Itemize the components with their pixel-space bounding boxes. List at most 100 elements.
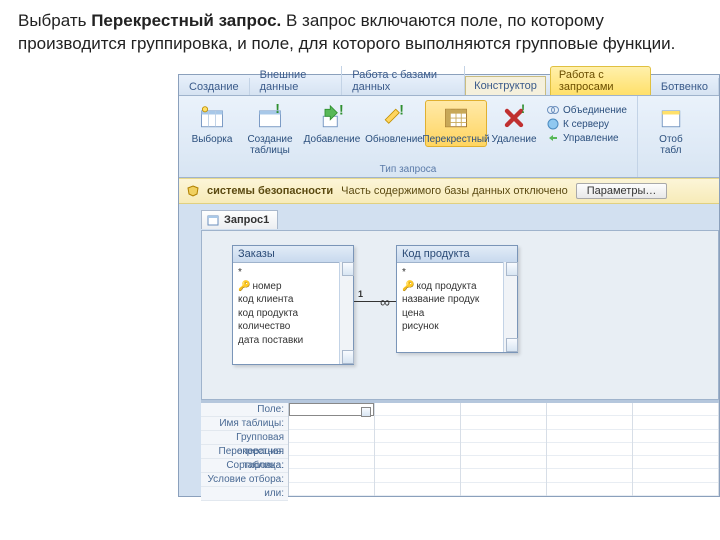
label-crosstab: Перекрестный — [422, 135, 489, 146]
ribbon-tabs: Создание Внешние данные Работа с базами … — [179, 75, 719, 96]
grid-columns — [289, 403, 719, 496]
ribbon-group-setup: Отоб табл — [638, 96, 704, 177]
label-union: Объединение — [563, 105, 627, 116]
table-orders-fields: * 🔑номер код клиента код продукта количе… — [233, 263, 353, 363]
label-make-table: Создание таблицы — [247, 135, 292, 156]
field-item[interactable]: 🔑код продукта — [402, 280, 512, 294]
grid-cell[interactable] — [289, 416, 374, 429]
btn-union-query[interactable]: Объединение — [547, 104, 627, 116]
grid-column[interactable] — [375, 403, 461, 496]
field-item[interactable]: название продук — [402, 293, 512, 307]
key-icon: 🔑 — [402, 281, 414, 292]
grid-cell[interactable] — [289, 430, 374, 443]
grid-label-table: Имя таблицы: — [201, 417, 288, 431]
field-item[interactable]: код продукта — [238, 307, 348, 321]
query-tab-label: Запрос1 — [224, 214, 269, 226]
field-item[interactable]: код клиента — [238, 293, 348, 307]
btn-show-table[interactable]: Отоб табл — [644, 100, 698, 157]
ribbon-group-label: Тип запроса — [179, 164, 637, 175]
scrollbar[interactable] — [503, 262, 517, 352]
field-item[interactable]: рисунок — [402, 320, 512, 334]
field-star[interactable]: * — [402, 266, 512, 280]
grid-label-crosstab: Перекрестная таблица: — [201, 445, 288, 459]
scrollbar[interactable] — [339, 262, 353, 364]
grid-cell[interactable] — [289, 483, 374, 496]
grid-column[interactable] — [547, 403, 633, 496]
update-icon: ! — [379, 103, 409, 133]
page-caption: Выбрать Перекрестный запрос. В запрос вк… — [0, 0, 720, 60]
label-delete: Удаление — [491, 135, 536, 146]
data-definition-icon — [547, 132, 559, 144]
make-table-icon: ! — [255, 103, 285, 133]
security-message: Часть содержимого базы данных отключено — [341, 185, 568, 197]
access-window: Создание Внешние данные Работа с базами … — [178, 74, 720, 497]
svg-text:!: ! — [399, 104, 404, 118]
grid-label-field: Поле: — [201, 403, 288, 417]
relation-many-label: ∞ — [380, 294, 390, 310]
tab-create[interactable]: Создание — [179, 78, 250, 95]
label-show-table: Отоб табл — [659, 135, 683, 156]
field-item[interactable]: количество — [238, 320, 348, 334]
table-product-fields: * 🔑код продукта название продук цена рис… — [397, 263, 517, 350]
btn-delete-query[interactable]: ! Удаление — [487, 100, 541, 147]
grid-cell[interactable] — [289, 456, 374, 469]
svg-text:!: ! — [339, 104, 344, 118]
security-title: системы безопасности — [207, 185, 333, 197]
grid-label-criteria: Условие отбора: — [201, 473, 288, 487]
ribbon-group-query-type: Выборка ! Создание таблицы ! Добавление … — [179, 96, 638, 177]
key-icon: 🔑 — [238, 281, 250, 292]
tab-external-data[interactable]: Внешние данные — [250, 66, 343, 95]
ribbon-small-buttons: Объединение К серверу Управление — [541, 100, 631, 144]
field-item[interactable]: дата поставки — [238, 334, 348, 348]
caption-bold: Перекрестный запрос. — [91, 11, 281, 30]
union-icon — [547, 104, 559, 116]
label-datadef: Управление — [563, 133, 619, 144]
query-design-grid[interactable]: Поле: Имя таблицы: Групповая операция: П… — [201, 400, 719, 496]
crosstab-icon — [441, 103, 471, 133]
table-orders[interactable]: Заказы * 🔑номер код клиента код продукта… — [232, 245, 354, 365]
grid-cell[interactable] — [289, 443, 374, 456]
tab-constructor[interactable]: Конструктор — [465, 76, 546, 95]
show-table-icon — [656, 103, 686, 133]
ribbon: Выборка ! Создание таблицы ! Добавление … — [179, 96, 719, 178]
label-update: Обновление — [365, 135, 423, 146]
grid-cell-field-dropdown[interactable] — [289, 403, 374, 416]
btn-select-query[interactable]: Выборка — [185, 100, 239, 147]
table-product-title: Код продукта — [397, 246, 517, 263]
shield-icon — [187, 185, 199, 197]
btn-append-query[interactable]: ! Добавление — [301, 100, 363, 147]
btn-passthrough-query[interactable]: К серверу — [547, 118, 627, 130]
relation-one-label: 1 — [358, 289, 363, 299]
grid-label-sort: Сортировка: — [201, 459, 288, 473]
grid-cell[interactable] — [289, 469, 374, 482]
datasheet-icon — [197, 103, 227, 133]
caption-prefix: Выбрать — [18, 11, 91, 30]
tab-database-tools[interactable]: Работа с базами данных — [342, 66, 465, 95]
svg-text:!: ! — [275, 104, 280, 116]
svg-text:!: ! — [521, 104, 525, 116]
table-orders-title: Заказы — [233, 246, 353, 263]
grid-label-total: Групповая операция: — [201, 431, 288, 445]
btn-data-definition[interactable]: Управление — [547, 132, 627, 144]
security-options-button[interactable]: Параметры… — [576, 183, 668, 199]
grid-row-labels: Поле: Имя таблицы: Групповая операция: П… — [201, 403, 289, 496]
grid-column[interactable] — [461, 403, 547, 496]
grid-column[interactable] — [633, 403, 719, 496]
table-product[interactable]: Код продукта * 🔑код продукта название пр… — [396, 245, 518, 353]
grid-column[interactable] — [289, 403, 375, 496]
tab-extra[interactable]: Ботвенко — [651, 78, 719, 95]
append-icon: ! — [317, 103, 347, 133]
security-warning-bar: системы безопасности Часть содержимого б… — [179, 178, 719, 204]
context-tab-query-tools[interactable]: Работа с запросами — [550, 66, 651, 95]
query-tab[interactable]: Запрос1 — [201, 210, 278, 229]
grid-label-or: или: — [201, 487, 288, 501]
btn-crosstab-query[interactable]: Перекрестный — [425, 100, 487, 147]
relationship-canvas[interactable]: Заказы * 🔑номер код клиента код продукта… — [201, 230, 719, 400]
btn-make-table-query[interactable]: ! Создание таблицы — [239, 100, 301, 157]
field-item[interactable]: 🔑номер — [238, 280, 348, 294]
query-icon — [206, 213, 220, 227]
field-item[interactable]: цена — [402, 307, 512, 321]
btn-update-query[interactable]: ! Обновление — [363, 100, 425, 147]
field-star[interactable]: * — [238, 266, 348, 280]
document-area: Запрос1 Заказы * 🔑номер код клиента код … — [179, 204, 719, 496]
